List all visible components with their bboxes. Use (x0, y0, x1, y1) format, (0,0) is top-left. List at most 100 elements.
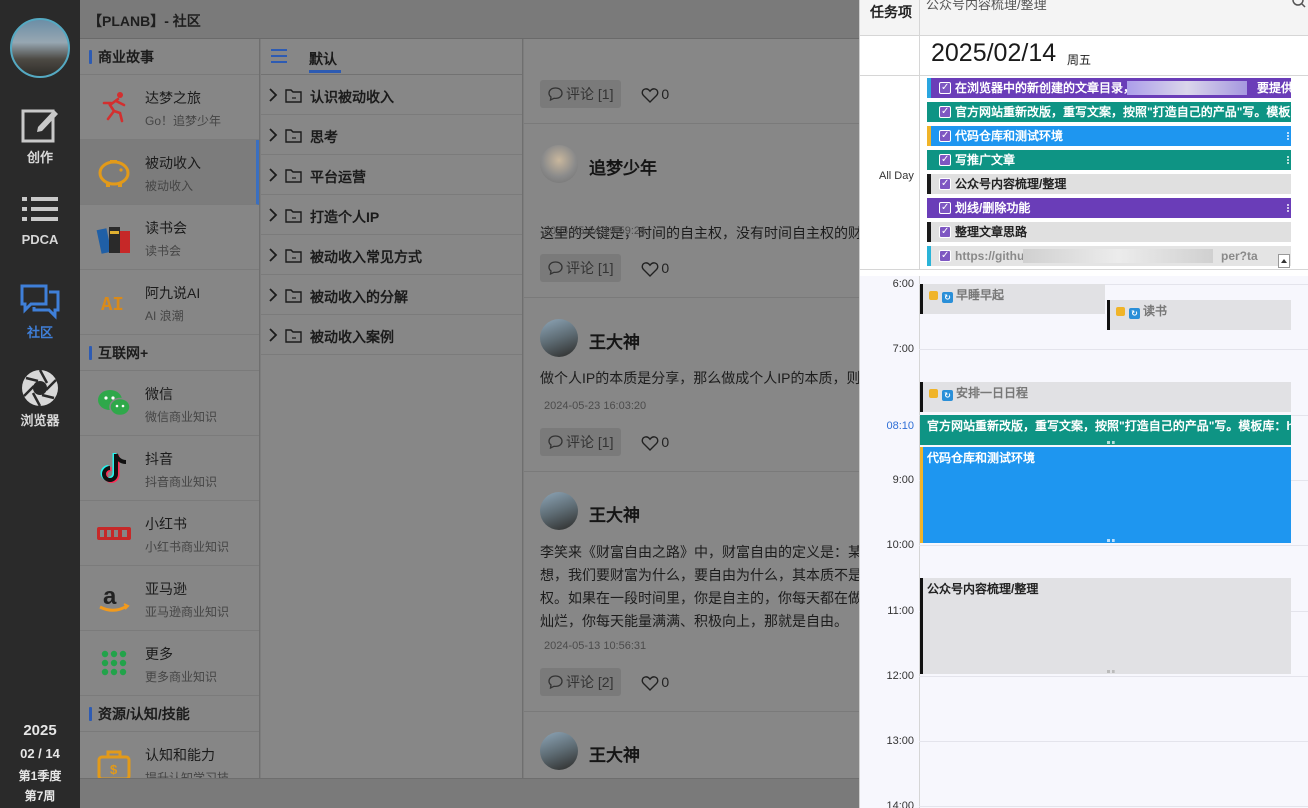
timed-event[interactable]: 官方网站重新改版，重写文案，按照"打造自己的产品"写。模板库：h (920, 415, 1291, 445)
all-day-event[interactable]: https://githu per?ta (927, 246, 1291, 266)
menu-icon[interactable] (271, 48, 289, 64)
category-item[interactable]: $ 认知和能力 提升认知学习技 (80, 732, 259, 778)
comment-button[interactable]: 评论 [2] (540, 668, 622, 696)
topic-item[interactable]: 思考 (261, 115, 522, 155)
category-subtitle: 小红书商业知识 (145, 540, 230, 554)
chevron-right-icon[interactable] (268, 248, 278, 262)
task-column-label: 任务项 (870, 4, 912, 20)
checkbox-checked-icon[interactable] (939, 246, 951, 266)
nav-create[interactable]: 创作 (0, 105, 80, 166)
all-day-event[interactable]: 在浏览器中的新创建的文章目录， 要提供 (927, 78, 1291, 98)
all-day-event[interactable]: 写推广文章 (927, 150, 1291, 170)
selected-task-title[interactable]: 公众号内容梳理/整理 (926, 0, 1047, 13)
timed-event[interactable]: 公众号内容梳理/整理 (920, 578, 1291, 674)
hour-label: 10:00 (886, 539, 914, 551)
checkbox-checked-icon[interactable] (939, 198, 951, 218)
category-item[interactable]: 读书会 读书会 (80, 205, 259, 270)
repeat-icon: ↻ (942, 390, 953, 401)
author-avatar[interactable] (540, 145, 578, 183)
comment-button[interactable]: 评论 [1] (540, 254, 622, 282)
all-day-section: All Day 在浏览器中的新创建的文章目录， 要提供 官方网站重新改版，重写文… (860, 76, 1308, 270)
checkbox-checked-icon[interactable] (939, 126, 951, 146)
all-day-event[interactable]: 整理文章思路 (927, 222, 1291, 242)
topic-item[interactable]: 被动收入常见方式 (261, 235, 522, 275)
chevron-right-icon[interactable] (268, 288, 278, 302)
drag-handle-icon[interactable] (1287, 204, 1289, 212)
user-avatar[interactable] (10, 18, 70, 78)
category-item[interactable]: AI 阿九说AI AI 浪潮 (80, 270, 259, 335)
timed-event[interactable]: ↻ 读书 (1107, 300, 1291, 330)
resize-handle-icon[interactable] (1107, 441, 1115, 444)
chevron-right-icon[interactable] (268, 328, 278, 342)
chevron-right-icon[interactable] (268, 168, 278, 182)
rail-day: 02 / 14 (20, 746, 60, 761)
all-day-event[interactable]: 官方网站重新改版，重写文案，按照"打造自己的产品"写。模板 (927, 102, 1291, 122)
post-actions: 评论 [1] 0 (540, 254, 669, 282)
checkbox-checked-icon[interactable] (939, 174, 951, 194)
category-item[interactable]: 小红书 小红书商业知识 (80, 501, 259, 566)
drag-handle-icon[interactable] (1287, 132, 1289, 140)
all-day-event[interactable]: 公众号内容梳理/整理 (927, 174, 1291, 194)
checkbox-checked-icon[interactable] (939, 78, 951, 98)
all-day-event[interactable]: 代码仓库和测试环境 (927, 126, 1291, 146)
author-avatar[interactable] (540, 319, 578, 357)
nav-browser[interactable]: 浏览器 (0, 368, 80, 429)
tab-default[interactable]: 默认 (309, 49, 337, 69)
chevron-right-icon[interactable] (268, 128, 278, 142)
topic-item[interactable]: 认识被动收入 (261, 75, 522, 115)
category-item[interactable]: 微信 微信商业知识 (80, 371, 259, 436)
like-button[interactable]: 0 (641, 86, 669, 103)
search-icon[interactable] (1292, 0, 1306, 8)
checkbox-checked-icon[interactable] (939, 222, 951, 242)
category-item[interactable]: 更多 更多商业知识 (80, 631, 259, 696)
scroll-up-icon[interactable] (1278, 254, 1290, 268)
topic-item[interactable]: 被动收入案例 (261, 315, 522, 355)
all-day-event[interactable]: 划线/删除功能 (927, 198, 1291, 218)
like-button[interactable]: 0 (641, 260, 669, 277)
chevron-right-icon[interactable] (268, 88, 278, 102)
post-time: 2024-05-13 10:56:31 (544, 640, 647, 652)
comment-button[interactable]: 评论 [1] (540, 80, 622, 108)
topic-name: 平台运营 (310, 169, 366, 185)
checkbox-checked-icon[interactable] (939, 150, 951, 170)
timed-event[interactable]: ↻ 安排一日日程 (920, 382, 1291, 412)
category-item[interactable]: 被动收入 被动收入 (80, 140, 259, 205)
event-title: 代码仓库和测试环境 (955, 129, 1064, 143)
resize-handle-icon[interactable] (1107, 539, 1115, 542)
drag-handle-icon[interactable] (1287, 156, 1289, 164)
category-item[interactable]: a 亚马逊 亚马逊商业知识 (80, 566, 259, 631)
timed-event[interactable]: 代码仓库和测试环境 (920, 447, 1291, 543)
topic-item[interactable]: 平台运营 (261, 155, 522, 195)
hour-label: 9:00 (892, 474, 914, 486)
folder-icon (285, 129, 302, 143)
category-item[interactable]: 达梦之旅 Go！追梦少年 (80, 75, 259, 140)
category-subtitle: Go！追梦少年 (145, 114, 222, 128)
post-body-line: 想，我们要财富为什么，要自由为什么，其本质不是 (540, 567, 859, 583)
post-feed: 评论 [1] 0 追梦少年 这里的关键是，时间的自主权，没有时间自主权的财 20… (524, 39, 859, 778)
category-item[interactable]: 抖音 抖音商业知识 (80, 436, 259, 501)
author-avatar[interactable] (540, 492, 578, 530)
column-divider (919, 76, 920, 270)
resize-handle-icon[interactable] (1107, 670, 1115, 673)
runner-icon (102, 92, 126, 123)
timed-event[interactable]: ↻ 早睡早起 (920, 284, 1105, 314)
hour-line (919, 806, 1308, 807)
nav-pdca[interactable]: PDCA (0, 194, 80, 247)
calendar-date[interactable]: 2025/02/14 (931, 39, 1056, 68)
checkbox-checked-icon[interactable] (939, 102, 951, 122)
topic-item[interactable]: 被动收入的分解 (261, 275, 522, 315)
hour-line (919, 545, 1308, 546)
post-body-line: 权。如果在一段时间里，你是自主的，你每天都在做 (540, 590, 859, 606)
hour-label: 6:00 (892, 278, 914, 290)
like-button[interactable]: 0 (641, 434, 669, 451)
topic-item[interactable]: 打造个人IP (261, 195, 522, 235)
nav-community[interactable]: 社区 (0, 282, 80, 341)
comment-button[interactable]: 评论 [1] (540, 428, 622, 456)
edit-icon (21, 109, 58, 143)
author-avatar[interactable] (540, 732, 578, 770)
chevron-right-icon[interactable] (268, 208, 278, 222)
like-button[interactable]: 0 (641, 674, 669, 691)
calendar-panel: 任务项 公众号内容梳理/整理 2025/02/14 周五 All Day 在浏览… (859, 0, 1308, 808)
category-name: 微信 (145, 386, 173, 402)
post-divider (524, 471, 859, 472)
